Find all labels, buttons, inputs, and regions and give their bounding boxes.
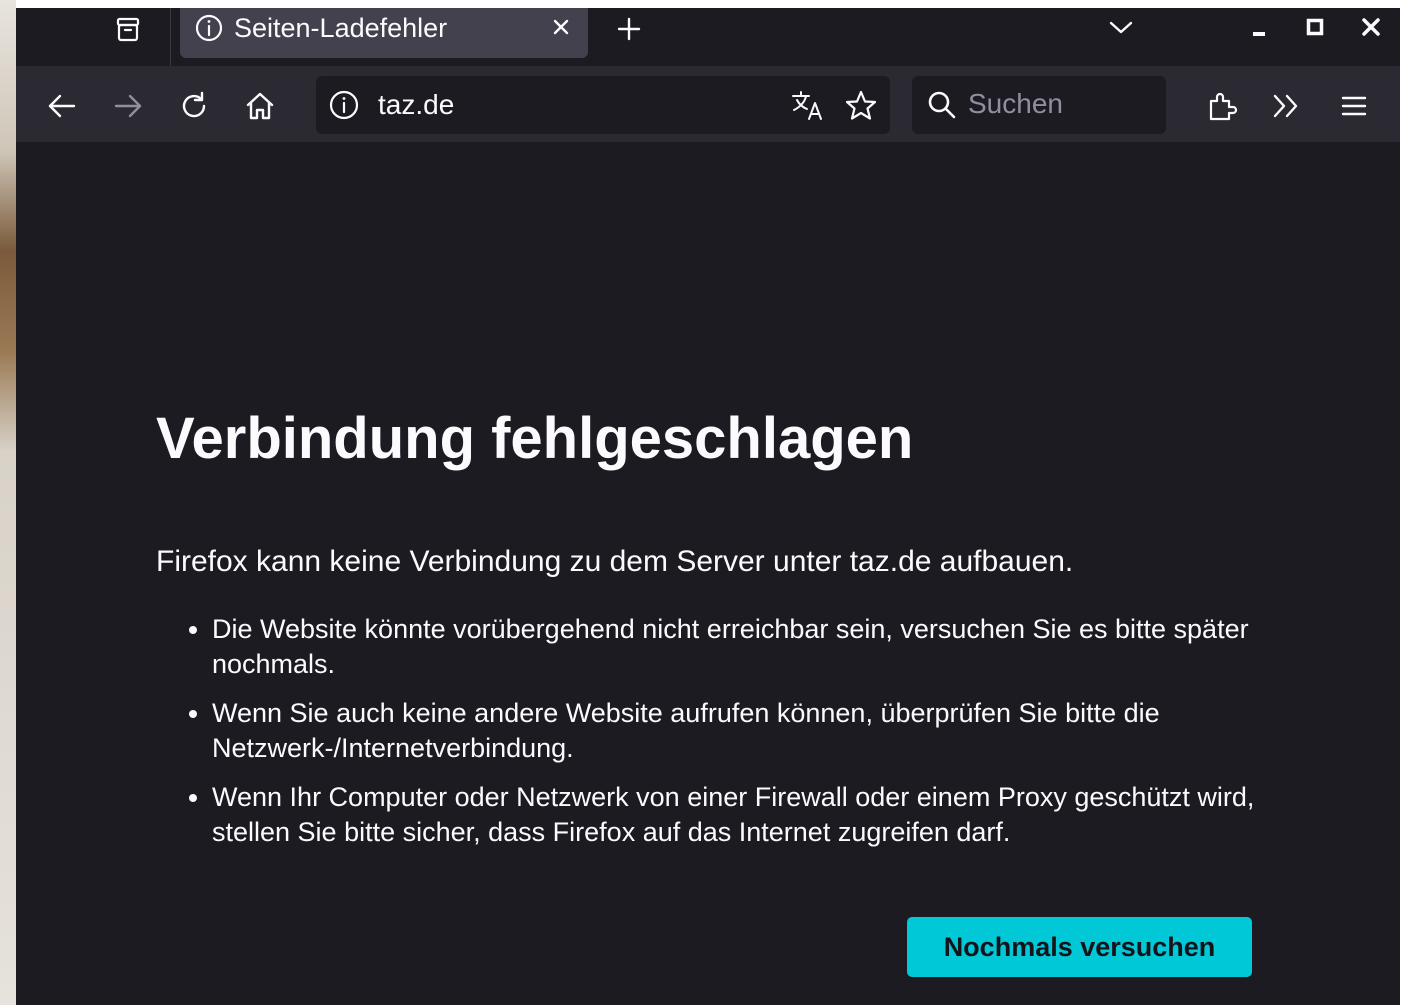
translate-button[interactable] (790, 89, 824, 123)
close-icon (1362, 18, 1380, 36)
minimize-button[interactable] (1244, 12, 1274, 42)
tab-close-button[interactable] (548, 14, 574, 40)
browser-window: Seiten-Ladefehler taz.de Suchen Verbindu… (16, 8, 1400, 1005)
home-button[interactable] (242, 88, 278, 124)
close-icon (553, 19, 569, 35)
overflow-menu-button[interactable] (1268, 88, 1304, 124)
tab-active[interactable]: Seiten-Ladefehler (180, 8, 588, 58)
translate-icon (792, 91, 822, 120)
search-bar[interactable] (912, 76, 1166, 134)
error-suggestions-list: Die Website könnte vorübergehend nicht e… (156, 612, 1292, 864)
back-button[interactable] (44, 88, 80, 124)
extensions-button[interactable] (1204, 88, 1240, 124)
tab-bar: Seiten-Ladefehler (16, 8, 1400, 66)
search-input[interactable] (962, 84, 1158, 124)
info-icon (329, 90, 359, 120)
site-info-button[interactable] (328, 89, 360, 121)
page-title: Verbindung fehlgeschlagen (156, 406, 914, 471)
desktop-background-strip (0, 0, 16, 1005)
list-item: Wenn Sie auch keine andere Website aufru… (212, 696, 1292, 766)
url-text[interactable]: taz.de (378, 86, 454, 124)
tab-separator (170, 8, 171, 66)
puzzle-icon (1209, 92, 1238, 121)
chevron-down-icon (1109, 21, 1133, 34)
star-icon (845, 90, 877, 120)
minimize-icon (1253, 32, 1265, 36)
hamburger-menu-icon (1341, 96, 1367, 116)
info-icon (194, 13, 224, 43)
plus-icon (617, 17, 641, 41)
bookmark-button[interactable] (844, 89, 878, 123)
reload-button[interactable] (176, 88, 212, 124)
firefox-view-button[interactable] (112, 14, 144, 46)
list-item: Die Website könnte vorübergehend nicht e… (212, 612, 1292, 682)
home-icon (246, 92, 274, 120)
new-tab-button[interactable] (614, 14, 644, 44)
retry-button[interactable]: Nochmals versuchen (907, 917, 1252, 977)
app-menu-button[interactable] (1336, 88, 1372, 124)
screenshot-frame: Seiten-Ladefehler taz.de Suchen Verbindu… (0, 0, 1402, 1005)
navigation-toolbar: taz.de (16, 66, 1400, 142)
list-item: Wenn Ihr Computer oder Netzwerk von eine… (212, 780, 1292, 850)
list-all-tabs-button[interactable] (1106, 12, 1136, 42)
forward-button[interactable] (110, 88, 146, 124)
arrow-left-icon (48, 94, 76, 118)
maximize-icon (1306, 18, 1324, 36)
window-close-button[interactable] (1356, 12, 1386, 42)
arrow-right-icon (114, 94, 142, 118)
error-page: Verbindung fehlgeschlagen Firefox kann k… (16, 142, 1400, 1005)
reload-icon (182, 91, 206, 118)
tab-title: Seiten-Ladefehler (234, 13, 448, 43)
maximize-button[interactable] (1300, 12, 1330, 42)
search-icon (926, 89, 958, 121)
url-bar[interactable]: taz.de (316, 76, 890, 134)
double-chevron-right-icon (1273, 94, 1298, 118)
error-description: Firefox kann keine Verbindung zu dem Ser… (156, 545, 1074, 578)
firefox-view-icon (114, 16, 142, 44)
